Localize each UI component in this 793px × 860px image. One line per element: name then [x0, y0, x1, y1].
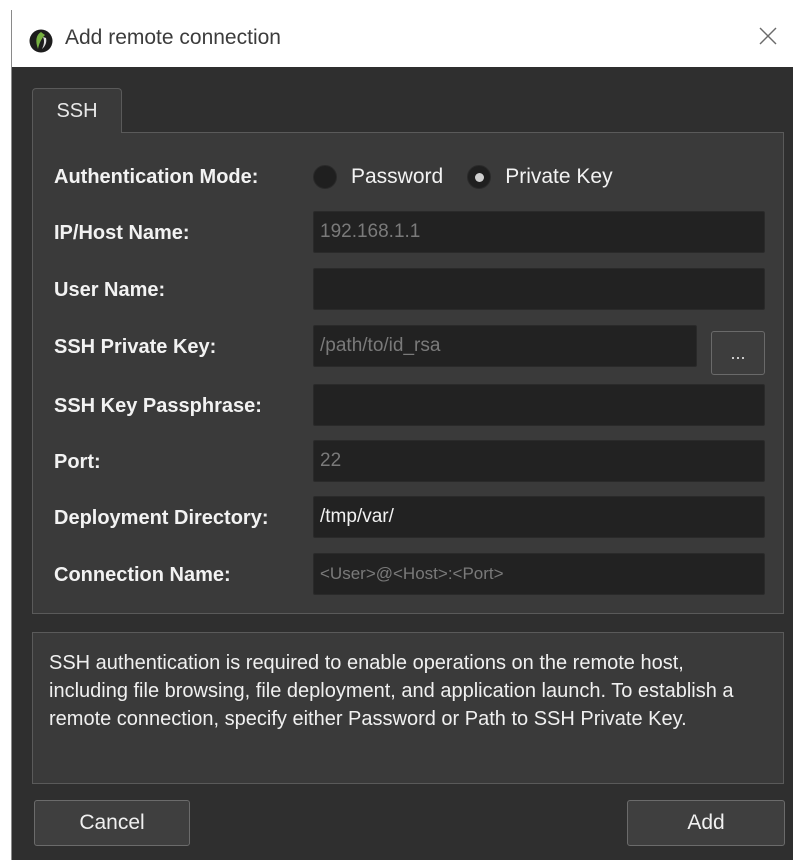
app-logo-icon — [29, 29, 53, 53]
deploy-dir-value: /tmp/var/ — [320, 506, 394, 527]
auth-mode-label: Authentication Mode: — [54, 166, 259, 188]
private-key-radio-label[interactable]: Private Key — [505, 165, 612, 189]
window-title: Add remote connection — [65, 26, 281, 49]
deploy-dir-input[interactable]: /tmp/var/ — [313, 496, 765, 538]
connection-name-placeholder: <User>@<Host>:<Port> — [320, 564, 504, 583]
port-placeholder: 22 — [320, 450, 342, 471]
ssh-settings-panel: Authentication Mode: Password Private Ke… — [32, 132, 784, 614]
browse-key-button[interactable]: ... — [711, 331, 765, 375]
user-label: User Name: — [54, 279, 166, 301]
close-icon — [758, 26, 778, 51]
user-input[interactable] — [313, 268, 765, 310]
private-key-input[interactable]: /path/to/id_rsa — [313, 325, 697, 367]
private-key-label: SSH Private Key: — [54, 336, 217, 358]
password-radio[interactable] — [313, 165, 337, 189]
private-key-radio[interactable] — [467, 165, 492, 189]
host-placeholder: 192.168.1.1 — [320, 221, 421, 242]
tab-ssh[interactable]: SSH — [32, 88, 122, 133]
host-label: IP/Host Name: — [54, 222, 190, 244]
background-strip — [0, 0, 793, 10]
deploy-dir-label: Deployment Directory: — [54, 507, 269, 529]
connection-name-label: Connection Name: — [54, 564, 231, 586]
passphrase-label: SSH Key Passphrase: — [54, 395, 262, 417]
title-bar: Add remote connection — [12, 10, 793, 67]
port-input[interactable]: 22 — [313, 440, 765, 482]
private-key-placeholder: /path/to/id_rsa — [320, 335, 441, 356]
add-remote-connection-dialog: Add remote connection SSH Authentication… — [11, 10, 793, 860]
host-input[interactable]: 192.168.1.1 — [313, 211, 765, 253]
auth-mode-radio-group: Password Private Key — [313, 160, 637, 194]
connection-name-input[interactable]: <User>@<Host>:<Port> — [313, 553, 765, 595]
add-button[interactable]: Add — [627, 800, 785, 846]
port-label: Port: — [54, 451, 101, 473]
cancel-button[interactable]: Cancel — [34, 800, 190, 846]
info-message: SSH authentication is required to enable… — [32, 632, 784, 784]
close-button[interactable] — [743, 10, 793, 67]
passphrase-input[interactable] — [313, 384, 765, 426]
password-radio-label[interactable]: Password — [351, 165, 443, 189]
